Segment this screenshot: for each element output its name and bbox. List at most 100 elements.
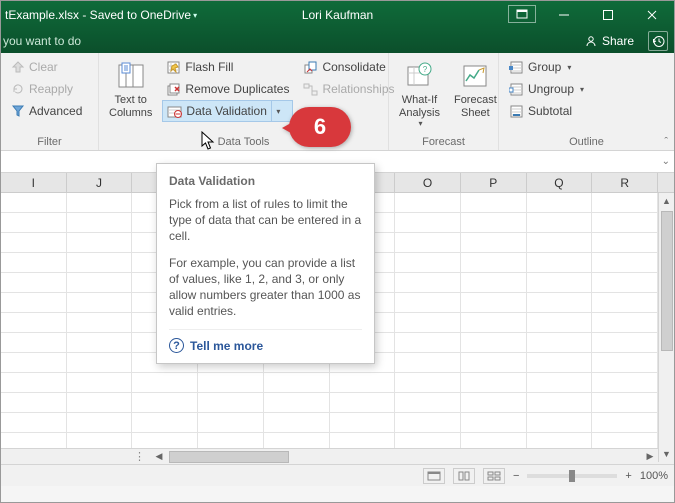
- clear-button[interactable]: Clear: [7, 56, 86, 78]
- advanced-button[interactable]: Advanced: [7, 100, 86, 122]
- cell[interactable]: [198, 413, 264, 432]
- cell[interactable]: [67, 313, 133, 332]
- cell[interactable]: [67, 373, 133, 392]
- cell[interactable]: [395, 353, 461, 372]
- horizontal-scrollbar[interactable]: ⋮ ◀ ▶: [1, 448, 674, 464]
- cell[interactable]: [67, 353, 133, 372]
- cell[interactable]: [1, 373, 67, 392]
- table-row[interactable]: [1, 373, 674, 393]
- page-break-view-icon[interactable]: [483, 468, 505, 484]
- cell[interactable]: [592, 293, 658, 312]
- cell[interactable]: [1, 333, 67, 352]
- cell[interactable]: [527, 253, 593, 272]
- share-button[interactable]: Share: [584, 34, 634, 48]
- data-validation-dropdown[interactable]: ▾: [271, 101, 285, 121]
- cell[interactable]: [527, 353, 593, 372]
- cell[interactable]: [527, 293, 593, 312]
- cell[interactable]: [527, 333, 593, 352]
- cell[interactable]: [330, 433, 396, 448]
- cell[interactable]: [67, 253, 133, 272]
- cell[interactable]: [527, 213, 593, 232]
- forecast-sheet-button[interactable]: Forecast Sheet: [450, 56, 501, 136]
- cell[interactable]: [1, 273, 67, 292]
- cell[interactable]: [264, 373, 330, 392]
- cell[interactable]: [132, 373, 198, 392]
- cell[interactable]: [461, 413, 527, 432]
- sheet-tab-strip[interactable]: ⋮: [1, 449, 151, 464]
- group-rows-button[interactable]: Group▾: [505, 56, 588, 78]
- flash-fill-button[interactable]: Flash Fill: [162, 56, 293, 78]
- cell[interactable]: [330, 373, 396, 392]
- cell[interactable]: [1, 393, 67, 412]
- cell[interactable]: [592, 193, 658, 212]
- cell[interactable]: [395, 373, 461, 392]
- text-to-columns-button[interactable]: Text to Columns: [105, 56, 156, 136]
- cell[interactable]: [264, 413, 330, 432]
- cell[interactable]: [395, 413, 461, 432]
- cell[interactable]: [198, 433, 264, 448]
- cell[interactable]: [592, 213, 658, 232]
- cell[interactable]: [461, 293, 527, 312]
- cell[interactable]: [461, 313, 527, 332]
- cell[interactable]: [461, 253, 527, 272]
- cell[interactable]: [592, 373, 658, 392]
- cell[interactable]: [395, 433, 461, 448]
- cell[interactable]: [264, 393, 330, 412]
- cell[interactable]: [1, 253, 67, 272]
- column-header[interactable]: P: [461, 173, 527, 192]
- ribbon-display-options-icon[interactable]: [508, 5, 536, 23]
- scroll-thumb[interactable]: [661, 211, 673, 351]
- reapply-button[interactable]: Reapply: [7, 78, 86, 100]
- cell[interactable]: [461, 353, 527, 372]
- cell[interactable]: [1, 353, 67, 372]
- cell[interactable]: [461, 213, 527, 232]
- cell[interactable]: [592, 433, 658, 448]
- cell[interactable]: [527, 393, 593, 412]
- cell[interactable]: [461, 273, 527, 292]
- scroll-right-icon[interactable]: ▶: [642, 451, 658, 462]
- cell[interactable]: [461, 393, 527, 412]
- cell[interactable]: [1, 293, 67, 312]
- scroll-left-icon[interactable]: ◀: [151, 451, 167, 462]
- table-row[interactable]: [1, 433, 674, 448]
- page-layout-view-icon[interactable]: [453, 468, 475, 484]
- minimize-button[interactable]: [542, 1, 586, 29]
- cell[interactable]: [198, 393, 264, 412]
- cell[interactable]: [395, 193, 461, 212]
- cell[interactable]: [330, 393, 396, 412]
- cell[interactable]: [1, 433, 67, 448]
- zoom-out-button[interactable]: −: [513, 470, 519, 482]
- cell[interactable]: [592, 313, 658, 332]
- cell[interactable]: [1, 233, 67, 252]
- cell[interactable]: [592, 253, 658, 272]
- remove-duplicates-button[interactable]: Remove Duplicates: [162, 78, 293, 100]
- cell[interactable]: [67, 293, 133, 312]
- cell[interactable]: [132, 393, 198, 412]
- consolidate-button[interactable]: Consolidate: [299, 56, 398, 78]
- cell[interactable]: [395, 333, 461, 352]
- cell[interactable]: [527, 233, 593, 252]
- cell[interactable]: [395, 273, 461, 292]
- title-dropdown-icon[interactable]: ▾: [193, 11, 197, 20]
- maximize-button[interactable]: [586, 1, 630, 29]
- table-row[interactable]: [1, 393, 674, 413]
- cell[interactable]: [527, 193, 593, 212]
- cell[interactable]: [264, 433, 330, 448]
- cell[interactable]: [461, 333, 527, 352]
- collapse-ribbon-icon[interactable]: ˆ: [664, 136, 668, 148]
- cell[interactable]: [461, 433, 527, 448]
- cell[interactable]: [67, 233, 133, 252]
- zoom-in-button[interactable]: +: [625, 470, 631, 482]
- column-header[interactable]: Q: [527, 173, 593, 192]
- cell[interactable]: [461, 233, 527, 252]
- cell[interactable]: [395, 213, 461, 232]
- cell[interactable]: [395, 313, 461, 332]
- table-row[interactable]: [1, 413, 674, 433]
- column-header[interactable]: O: [395, 173, 461, 192]
- scroll-down-icon[interactable]: ▼: [659, 446, 674, 462]
- cell[interactable]: [330, 413, 396, 432]
- cell[interactable]: [1, 313, 67, 332]
- cell[interactable]: [67, 273, 133, 292]
- cell[interactable]: [67, 213, 133, 232]
- normal-view-icon[interactable]: [423, 468, 445, 484]
